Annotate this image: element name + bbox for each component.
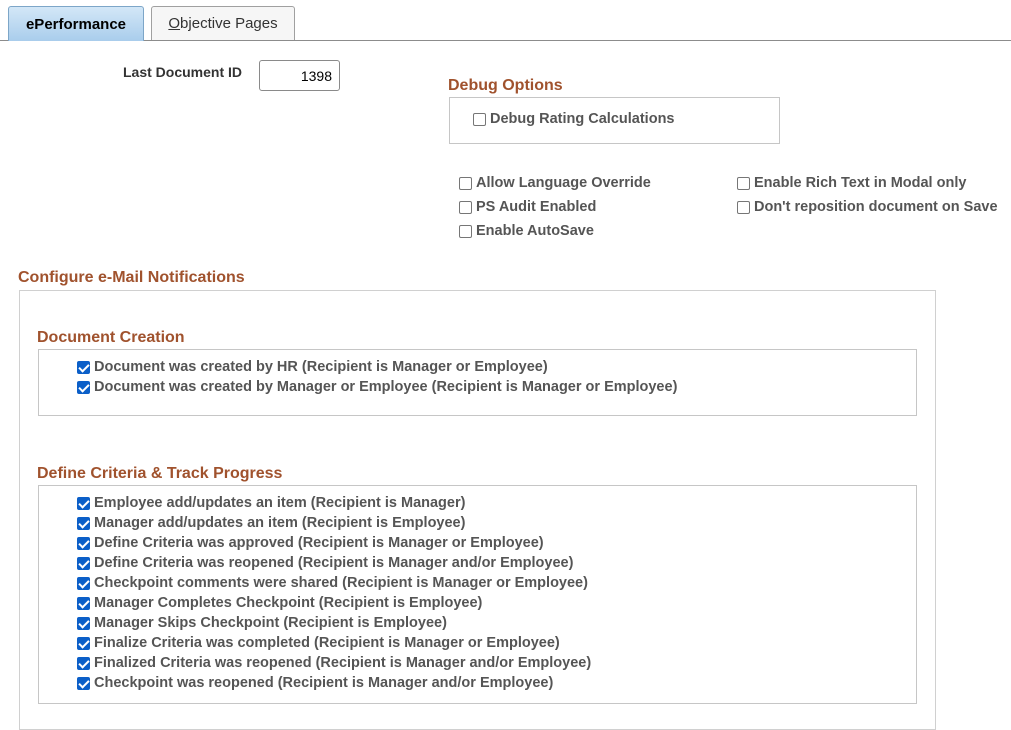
- ps-audit-enabled-checkbox[interactable]: PS Audit Enabled: [459, 199, 596, 215]
- tab-objective-pages-label: Objective Pages: [168, 15, 278, 32]
- debug-options-title: Debug Options: [448, 77, 563, 94]
- checkbox-icon: [459, 200, 472, 214]
- document-creation-title: Document Creation: [37, 329, 185, 346]
- criteria-checkbox-manager-add[interactable]: Manager add/updates an item (Recipient i…: [77, 515, 465, 531]
- email-notifications-title: Configure e-Mail Notifications: [18, 269, 245, 286]
- checkbox-icon: [737, 176, 750, 190]
- dont-reposition-document-checkbox[interactable]: Don't reposition document on Save: [737, 199, 998, 215]
- checkbox-checked-icon: [77, 576, 90, 590]
- tab-objective-pages[interactable]: Objective Pages: [151, 6, 295, 40]
- tab-eperformance[interactable]: ePerformance: [8, 6, 144, 41]
- checkbox-icon: [737, 200, 750, 214]
- checkbox-checked-icon: [77, 360, 90, 374]
- checkbox-checked-icon: [77, 596, 90, 610]
- checkbox-checked-icon: [77, 536, 90, 550]
- checkbox-checked-icon: [77, 636, 90, 650]
- last-document-id-input[interactable]: [259, 60, 340, 91]
- checkbox-checked-icon: [77, 496, 90, 510]
- checkbox-checked-icon: [77, 616, 90, 630]
- checkbox-checked-icon: [77, 656, 90, 670]
- tab-eperformance-label: ePerformance: [25, 15, 127, 33]
- define-criteria-title: Define Criteria & Track Progress: [37, 465, 283, 482]
- criteria-checkbox-reopened[interactable]: Define Criteria was reopened (Recipient …: [77, 555, 573, 571]
- checkbox-checked-icon: [77, 556, 90, 570]
- enable-autosave-checkbox[interactable]: Enable AutoSave: [459, 223, 594, 239]
- last-document-id-label: Last Document ID: [123, 64, 243, 80]
- checkbox-icon: [459, 224, 472, 238]
- tab-bar-divider: [0, 40, 1011, 41]
- criteria-checkbox-finalized-reopened[interactable]: Finalized Criteria was reopened (Recipie…: [77, 655, 591, 671]
- doc-created-by-manager-checkbox[interactable]: Document was created by Manager or Emplo…: [77, 379, 677, 395]
- doc-created-by-hr-checkbox[interactable]: Document was created by HR (Recipient is…: [77, 359, 548, 375]
- criteria-checkbox-checkpoint-completes[interactable]: Manager Completes Checkpoint (Recipient …: [77, 595, 482, 611]
- checkbox-checked-icon: [77, 516, 90, 530]
- checkbox-icon: [459, 176, 472, 190]
- criteria-checkbox-checkpoint-skips[interactable]: Manager Skips Checkpoint (Recipient is E…: [77, 615, 447, 631]
- criteria-checkbox-finalize-completed[interactable]: Finalize Criteria was completed (Recipie…: [77, 635, 560, 651]
- allow-language-override-checkbox[interactable]: Allow Language Override: [459, 175, 651, 191]
- checkbox-checked-icon: [77, 676, 90, 690]
- checkbox-icon: [473, 112, 486, 126]
- criteria-checkbox-approved[interactable]: Define Criteria was approved (Recipient …: [77, 535, 544, 551]
- debug-rating-calculations-checkbox[interactable]: Debug Rating Calculations: [473, 111, 675, 127]
- enable-rich-text-modal-checkbox[interactable]: Enable Rich Text in Modal only: [737, 175, 966, 191]
- criteria-checkbox-employee-add[interactable]: Employee add/updates an item (Recipient …: [77, 495, 465, 511]
- checkbox-checked-icon: [77, 380, 90, 394]
- criteria-checkbox-checkpoint-shared[interactable]: Checkpoint comments were shared (Recipie…: [77, 575, 588, 591]
- criteria-checkbox-checkpoint-reopened[interactable]: Checkpoint was reopened (Recipient is Ma…: [77, 675, 553, 691]
